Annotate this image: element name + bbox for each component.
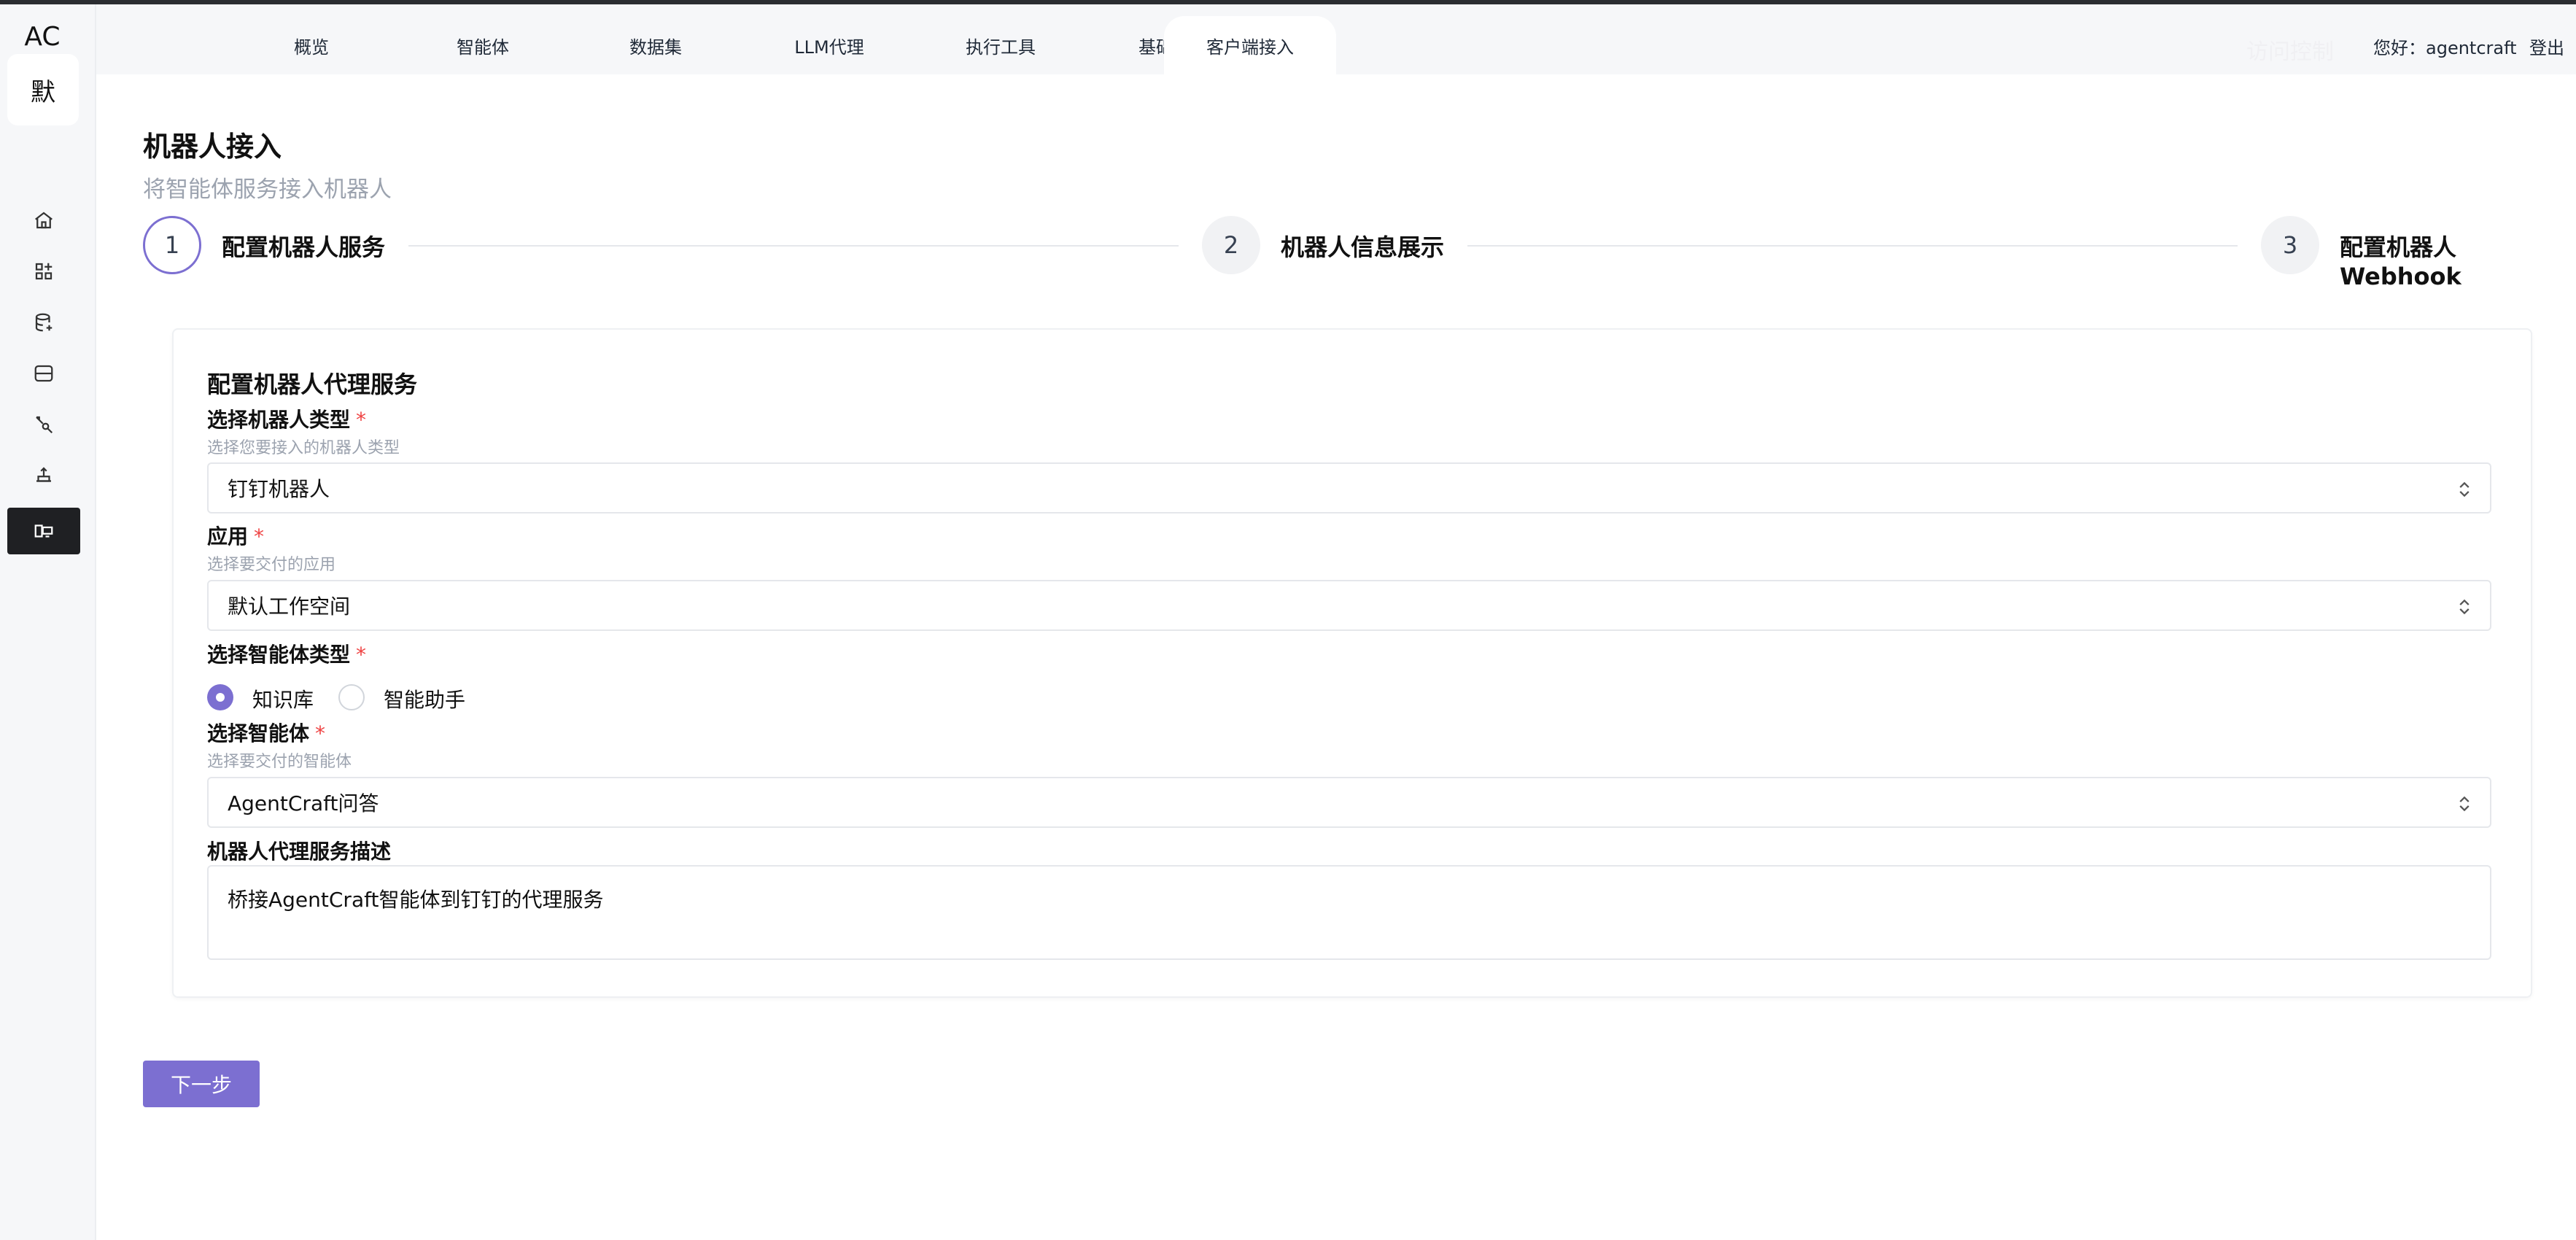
robot-type-value: 钉钉机器人	[228, 477, 330, 501]
description-textarea[interactable]: 桥接AgentCraft智能体到钉钉的代理服务	[207, 865, 2491, 960]
app-logo: AC	[24, 22, 61, 52]
required-mark: *	[315, 721, 326, 745]
client-access-icon[interactable]	[7, 508, 80, 554]
tab-exec-tools[interactable]: 执行工具	[946, 16, 1055, 74]
tool-icon[interactable]	[7, 401, 80, 448]
chevron-updown-icon	[2459, 599, 2470, 615]
page-subtitle: 将智能体服务接入机器人	[143, 177, 392, 203]
app-value: 默认工作空间	[228, 594, 351, 619]
radio-knowledge-base[interactable]	[207, 684, 233, 710]
agent-value: AgentCraft问答	[228, 791, 379, 815]
radio-knowledge-base-label: 知识库	[252, 688, 314, 712]
step-connector	[408, 245, 1179, 247]
database-icon[interactable]	[7, 299, 80, 346]
app-label: 应用 *	[207, 524, 265, 549]
tab-llm-proxy[interactable]: LLM代理	[764, 16, 895, 74]
step-3-label: 配置机器人Webhook	[2340, 233, 2461, 290]
section-title: 配置机器人代理服务	[207, 371, 418, 398]
step-connector	[1467, 245, 2238, 247]
step-2-circle: 2	[1202, 216, 1260, 274]
step-3-circle: 3	[2261, 216, 2319, 274]
required-mark: *	[254, 524, 265, 549]
workspace-badge[interactable]: 默	[7, 54, 79, 125]
chevron-updown-icon	[2459, 481, 2470, 497]
apps-icon[interactable]	[7, 248, 80, 295]
tab-agents[interactable]: 智能体	[428, 16, 538, 74]
storage-icon[interactable]	[7, 350, 80, 397]
user-greeting: 您好：agentcraft	[2373, 38, 2517, 58]
robot-type-hint: 选择您要接入的机器人类型	[207, 439, 400, 457]
agent-select[interactable]: AgentCraft问答	[207, 777, 2491, 828]
required-mark: *	[356, 408, 367, 432]
chevron-updown-icon	[2459, 796, 2470, 812]
radio-assistant[interactable]	[338, 684, 365, 710]
sidebar: AC 默	[0, 4, 96, 1240]
agent-type-label: 选择智能体类型 *	[207, 643, 367, 667]
radio-assistant-label: 智能助手	[384, 688, 466, 712]
tab-client-access[interactable]: 客户端接入	[1164, 16, 1336, 74]
faded-nav-text: 访问控制	[2246, 39, 2334, 65]
model-icon[interactable]	[7, 452, 80, 499]
page-title: 机器人接入	[143, 131, 282, 163]
step-1-label: 配置机器人服务	[222, 233, 386, 261]
agent-hint: 选择要交付的智能体	[207, 753, 352, 771]
app-select[interactable]: 默认工作空间	[207, 580, 2491, 631]
top-nav: 概览 智能体 数据集 LLM代理 执行工具 基础模型 客户端接入 访问控制 您好…	[96, 4, 2576, 74]
step-1-circle: 1	[143, 216, 201, 274]
robot-type-label: 选择机器人类型 *	[207, 408, 367, 432]
next-button[interactable]: 下一步	[143, 1061, 260, 1107]
app-hint: 选择要交付的应用	[207, 556, 336, 574]
step-2-label: 机器人信息展示	[1281, 233, 1445, 261]
logout-link[interactable]: 登出	[2529, 34, 2564, 59]
tab-overview[interactable]: 概览	[257, 16, 366, 74]
description-label: 机器人代理服务描述	[207, 840, 392, 864]
home-icon[interactable]	[7, 197, 80, 244]
agent-label: 选择智能体 *	[207, 721, 326, 745]
required-mark: *	[356, 643, 367, 667]
tab-datasets[interactable]: 数据集	[601, 16, 710, 74]
robot-type-select[interactable]: 钉钉机器人	[207, 462, 2491, 514]
